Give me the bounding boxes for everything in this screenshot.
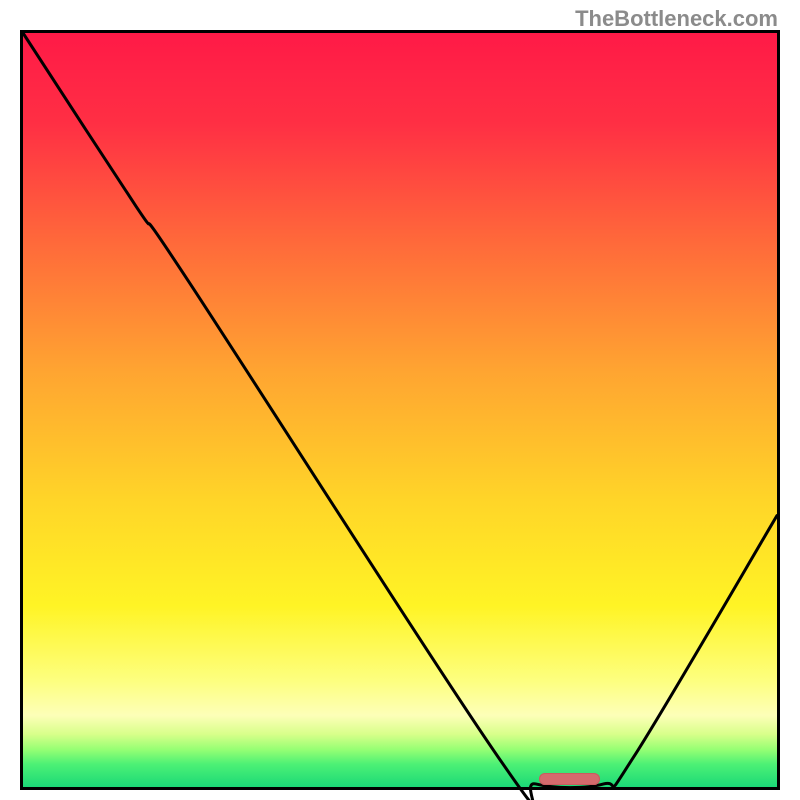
axis-frame <box>20 30 780 790</box>
chart-stage: TheBottleneck.com <box>0 0 800 800</box>
watermark-text: TheBottleneck.com <box>575 6 778 32</box>
